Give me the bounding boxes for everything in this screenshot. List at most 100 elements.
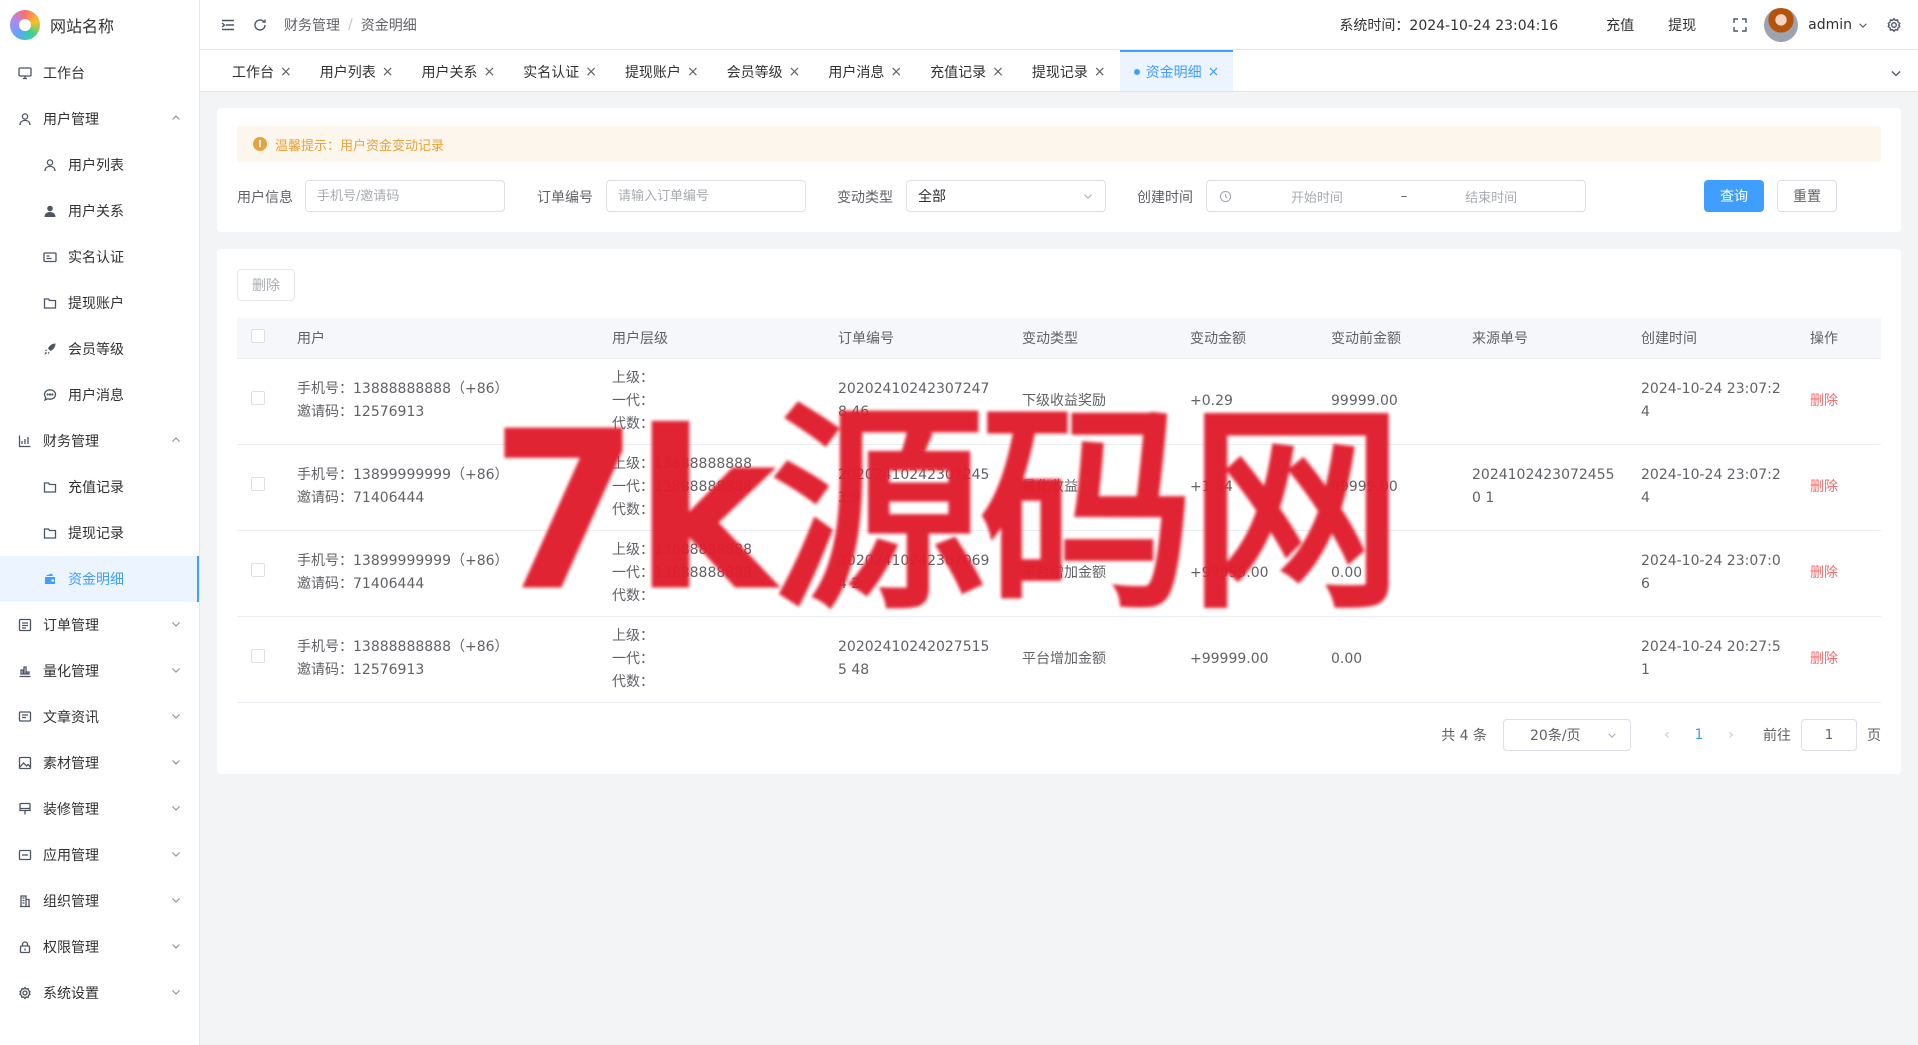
breadcrumb-item[interactable]: 财务管理 xyxy=(284,15,340,35)
menu-recharge-records[interactable]: 充值记录 xyxy=(0,464,199,510)
tab-real-name[interactable]: 实名认证 × xyxy=(509,50,611,91)
menu-user-list[interactable]: 用户列表 xyxy=(0,142,199,188)
close-icon[interactable]: × xyxy=(280,64,292,80)
row-checkbox[interactable] xyxy=(251,476,265,491)
order-no-input[interactable] xyxy=(606,180,806,212)
menu-user-management[interactable]: 用户管理 xyxy=(0,96,199,142)
delete-link[interactable]: 删除 xyxy=(1810,565,1838,581)
menu-finance[interactable]: 财务管理 xyxy=(0,418,199,464)
menu-label: 会员等级 xyxy=(68,342,124,358)
end-time-placeholder[interactable]: 结束时间 xyxy=(1407,187,1575,206)
column-header: 来源单号 xyxy=(1460,318,1629,359)
close-icon[interactable]: × xyxy=(585,64,597,80)
menu-fund-details[interactable]: 资金明细 xyxy=(0,556,199,602)
refresh-icon[interactable] xyxy=(250,15,270,35)
row-checkbox[interactable] xyxy=(251,648,265,663)
menu-organization[interactable]: 组织管理 xyxy=(0,878,199,924)
chevron-down-icon[interactable] xyxy=(1856,15,1870,35)
create-time-cell: 2024-10-24 23:07:0 6 xyxy=(1629,530,1798,617)
prev-page-icon[interactable]: ‹ xyxy=(1651,719,1683,751)
menu-quant[interactable]: 量化管理 xyxy=(0,648,199,694)
menu-permissions[interactable]: 权限管理 xyxy=(0,924,199,970)
rocket-icon xyxy=(42,341,58,357)
batch-delete-button[interactable]: 删除 xyxy=(237,269,295,301)
withdraw-link[interactable]: 提现 xyxy=(1668,15,1696,35)
settings-gear-icon[interactable] xyxy=(1884,15,1904,35)
menu-label: 财务管理 xyxy=(43,434,99,450)
change-type-select[interactable]: 全部 xyxy=(906,180,1106,212)
close-icon[interactable]: × xyxy=(789,64,801,80)
user-invite-code: 邀请码：12576913 xyxy=(297,662,425,678)
page-size-select[interactable]: 20条/页 xyxy=(1503,719,1631,751)
menu-settings[interactable]: 系统设置 xyxy=(0,970,199,1016)
page-number[interactable]: 1 xyxy=(1683,719,1715,751)
tab-workbench[interactable]: 工作台 × xyxy=(218,50,306,91)
chat-icon xyxy=(42,387,58,403)
menu-withdraw-account[interactable]: 提现账户 xyxy=(0,280,199,326)
tab-withdraw-account[interactable]: 提现账户 × xyxy=(611,50,713,91)
close-icon[interactable]: × xyxy=(1208,64,1220,80)
action-cell: 删除 xyxy=(1798,358,1881,445)
total-count: 共 4 条 xyxy=(1441,728,1487,744)
menu-articles[interactable]: 文章资讯 xyxy=(0,694,199,740)
menu-label: 用户消息 xyxy=(68,388,124,404)
tab-user-list[interactable]: 用户列表 × xyxy=(306,50,408,91)
image-icon xyxy=(17,755,33,771)
header-right: 系统时间：2024-10-24 23:04:16 充值 提现 admin xyxy=(1339,0,1918,50)
tab-user-relation[interactable]: 用户关系 × xyxy=(407,50,509,91)
menu-fold-icon[interactable] xyxy=(218,15,238,35)
row-select-cell xyxy=(237,616,285,703)
delete-link[interactable]: 删除 xyxy=(1810,479,1838,495)
delete-link[interactable]: 删除 xyxy=(1810,651,1838,667)
start-time-placeholder[interactable]: 开始时间 xyxy=(1233,187,1401,206)
close-icon[interactable]: × xyxy=(1094,64,1106,80)
tab-label: 用户列表 xyxy=(319,64,376,81)
menu-apps[interactable]: 应用管理 xyxy=(0,832,199,878)
menu-real-name[interactable]: 实名认证 xyxy=(0,234,199,280)
tab-user-message[interactable]: 用户消息 × xyxy=(814,50,916,91)
menu-materials[interactable]: 素材管理 xyxy=(0,740,199,786)
menu-user-relation[interactable]: 用户关系 xyxy=(0,188,199,234)
create-time-cell: 2024-10-24 23:07:2 4 xyxy=(1629,358,1798,445)
create-time-label: 创建时间 xyxy=(1137,190,1193,206)
menu-orders[interactable]: 订单管理 xyxy=(0,602,199,648)
menu-workbench[interactable]: 工作台 xyxy=(0,50,199,96)
filter-form: 用户信息 订单编号 变动类型 全部 创建时间 开始时间 – 结束时间 查询 重置 xyxy=(237,180,1881,212)
tab-withdraw-records[interactable]: 提现记录 × xyxy=(1018,50,1120,91)
query-button[interactable]: 查询 xyxy=(1704,180,1764,212)
date-range-picker[interactable]: 开始时间 – 结束时间 xyxy=(1206,180,1586,212)
tab-member-level[interactable]: 会员等级 × xyxy=(713,50,815,91)
menu-decoration[interactable]: 装修管理 xyxy=(0,786,199,832)
column-header: 变动类型 xyxy=(1010,318,1178,359)
delete-link[interactable]: 删除 xyxy=(1810,393,1838,409)
row-checkbox[interactable] xyxy=(251,390,265,405)
menu-withdraw-records[interactable]: 提现记录 xyxy=(0,510,199,556)
reset-button[interactable]: 重置 xyxy=(1777,180,1837,212)
next-page-icon[interactable]: › xyxy=(1715,719,1747,751)
gear-icon xyxy=(17,985,33,1001)
row-checkbox[interactable] xyxy=(251,562,265,577)
action-cell: 删除 xyxy=(1798,444,1881,531)
menu-user-message[interactable]: 用户消息 xyxy=(0,372,199,418)
username[interactable]: admin xyxy=(1808,17,1852,33)
avatar[interactable] xyxy=(1764,8,1799,42)
goto-page-input[interactable] xyxy=(1801,719,1857,751)
tabs-dropdown-icon[interactable] xyxy=(1886,63,1906,83)
logo-icon xyxy=(10,10,40,40)
tab-recharge-records[interactable]: 充值记录 × xyxy=(916,50,1018,91)
chevron-down-icon xyxy=(169,985,183,999)
select-all-checkbox[interactable] xyxy=(251,328,265,343)
user-info-input[interactable] xyxy=(305,180,505,212)
tab-fund-details[interactable]: 资金明细 × xyxy=(1119,50,1234,91)
logo[interactable]: 网站名称 xyxy=(0,0,199,50)
close-icon[interactable]: × xyxy=(382,64,394,80)
close-icon[interactable]: × xyxy=(992,64,1004,80)
recharge-link[interactable]: 充值 xyxy=(1606,15,1634,35)
sidebar: 网站名称 工作台 用户管理 用户列表 用户关系 实名认证 提现账户 会员等级 用… xyxy=(0,0,200,1045)
close-icon[interactable]: × xyxy=(483,64,495,80)
close-icon[interactable]: × xyxy=(687,64,699,80)
user-outline-icon xyxy=(42,157,58,173)
close-icon[interactable]: × xyxy=(890,64,902,80)
fullscreen-icon[interactable] xyxy=(1730,15,1750,35)
menu-member-level[interactable]: 会员等级 xyxy=(0,326,199,372)
